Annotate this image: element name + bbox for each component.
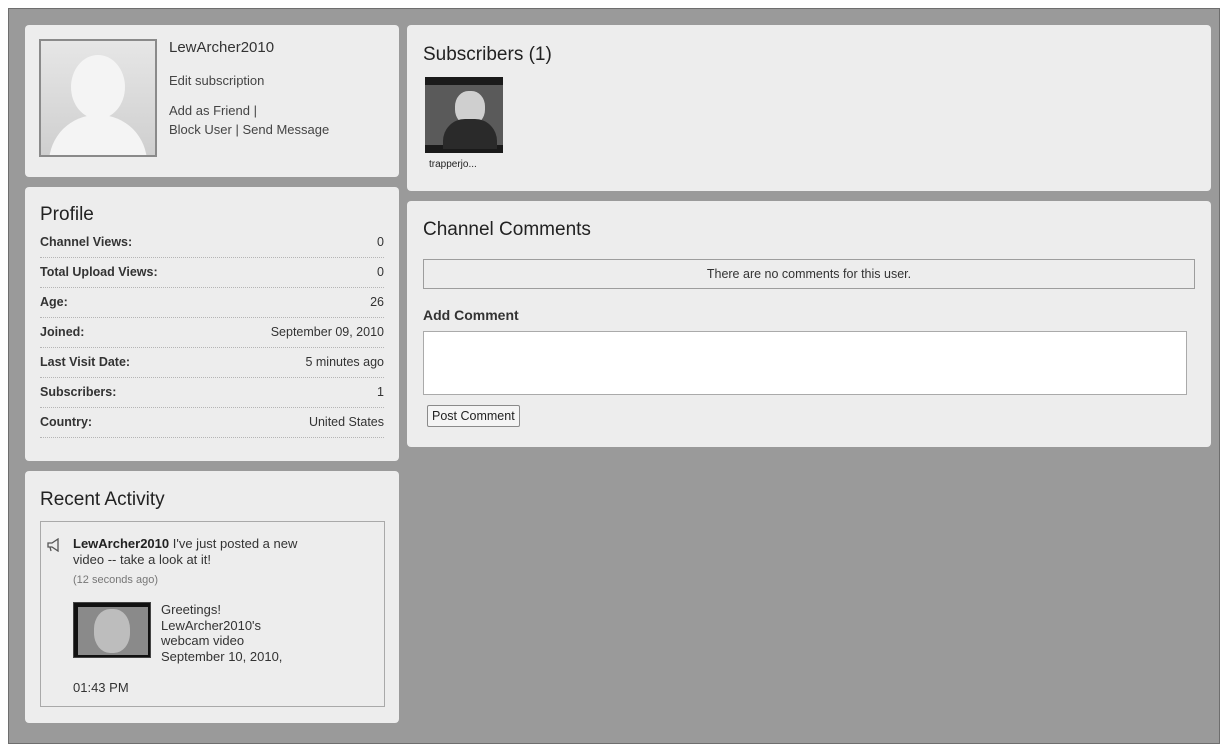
profile-row-label: Joined: bbox=[40, 325, 85, 339]
activity-timestamp: (12 seconds ago) bbox=[73, 574, 158, 586]
separator: | bbox=[235, 122, 239, 137]
activity-text-line1: I've just posted a new bbox=[172, 536, 298, 551]
video-title-line1[interactable]: Greetings! bbox=[161, 602, 221, 617]
channel-page: LewArcher2010 Edit subscription Add as F… bbox=[8, 8, 1220, 744]
profile-row-value: 0 bbox=[377, 265, 384, 279]
video-title-line3: webcam video bbox=[161, 633, 245, 648]
profile-row-label: Subscribers: bbox=[40, 385, 117, 399]
video-date: September 10, 2010, bbox=[161, 648, 283, 664]
subscriber-name[interactable]: trapperjo... bbox=[429, 159, 477, 170]
profile-row-label: Total Upload Views: bbox=[40, 265, 158, 279]
video-title-line2: LewArcher2010's bbox=[161, 617, 262, 633]
subscriber-thumbnail[interactable] bbox=[425, 77, 503, 153]
user-actions-line1: Add as Friend | bbox=[169, 103, 257, 118]
profile-row: Country: United States bbox=[40, 407, 384, 438]
activity-message: LewArcher2010 I've just posted a new vid… bbox=[73, 536, 363, 568]
profile-row-label: Last Visit Date: bbox=[40, 355, 131, 369]
recent-activity-panel: Recent Activity LewArcher2010 I've just … bbox=[25, 471, 399, 723]
avatar bbox=[39, 39, 157, 157]
profile-row-value: 0 bbox=[377, 235, 384, 249]
profile-row-value: 26 bbox=[370, 295, 384, 309]
comment-textarea[interactable] bbox=[423, 331, 1187, 395]
profile-row-value: September 09, 2010 bbox=[270, 325, 384, 339]
video-time: 01:43 PM bbox=[73, 680, 129, 695]
post-comment-button[interactable]: Post Comment bbox=[427, 405, 520, 427]
user-card: LewArcher2010 Edit subscription Add as F… bbox=[25, 25, 399, 177]
block-user-link[interactable]: Block User bbox=[169, 122, 232, 137]
megaphone-icon bbox=[47, 538, 59, 552]
profile-row-value: 1 bbox=[377, 385, 384, 399]
subscribers-panel: Subscribers (1) trapperjo... bbox=[407, 25, 1211, 191]
subscribers-title: Subscribers (1) bbox=[423, 44, 552, 65]
avatar-body-shape bbox=[49, 115, 147, 155]
thumbnail-face bbox=[94, 609, 130, 653]
profile-row-value: United States bbox=[308, 415, 384, 429]
channel-comments-title: Channel Comments bbox=[423, 219, 591, 240]
profile-row: Total Upload Views: 0 bbox=[40, 257, 384, 288]
avatar-head-shape bbox=[71, 55, 125, 119]
thumbnail-body bbox=[443, 119, 497, 149]
recent-activity-title: Recent Activity bbox=[40, 489, 165, 510]
video-thumbnail[interactable] bbox=[73, 602, 151, 658]
activity-text-line2: video -- take a look at it! bbox=[73, 552, 212, 567]
channel-comments-panel: Channel Comments There are no comments f… bbox=[407, 201, 1211, 447]
separator: | bbox=[253, 103, 257, 118]
profile-row-label: Age: bbox=[40, 295, 68, 309]
video-description: Greetings! LewArcher2010's webcam video … bbox=[161, 602, 331, 664]
no-comments-message: There are no comments for this user. bbox=[423, 259, 1195, 289]
add-comment-label: Add Comment bbox=[423, 307, 519, 323]
profile-title: Profile bbox=[40, 204, 94, 225]
profile-row-label: Country: bbox=[40, 415, 93, 429]
profile-row: Last Visit Date: 5 minutes ago bbox=[40, 347, 384, 378]
add-friend-link[interactable]: Add as Friend bbox=[169, 103, 250, 118]
profile-row-label: Channel Views: bbox=[40, 235, 133, 249]
send-message-link[interactable]: Send Message bbox=[243, 122, 330, 137]
activity-item: LewArcher2010 I've just posted a new vid… bbox=[40, 521, 385, 707]
profile-row: Joined: September 09, 2010 bbox=[40, 317, 384, 348]
profile-row: Age: 26 bbox=[40, 287, 384, 318]
profile-panel: Profile Channel Views: 0 Total Upload Vi… bbox=[25, 187, 399, 461]
profile-row: Channel Views: 0 bbox=[40, 227, 384, 258]
profile-row: Subscribers: 1 bbox=[40, 377, 384, 408]
user-actions-line2: Block User | Send Message bbox=[169, 122, 329, 137]
activity-user-link[interactable]: LewArcher2010 bbox=[73, 536, 169, 551]
edit-subscription-link[interactable]: Edit subscription bbox=[169, 73, 264, 88]
profile-row-value: 5 minutes ago bbox=[305, 355, 384, 369]
username: LewArcher2010 bbox=[169, 39, 275, 56]
